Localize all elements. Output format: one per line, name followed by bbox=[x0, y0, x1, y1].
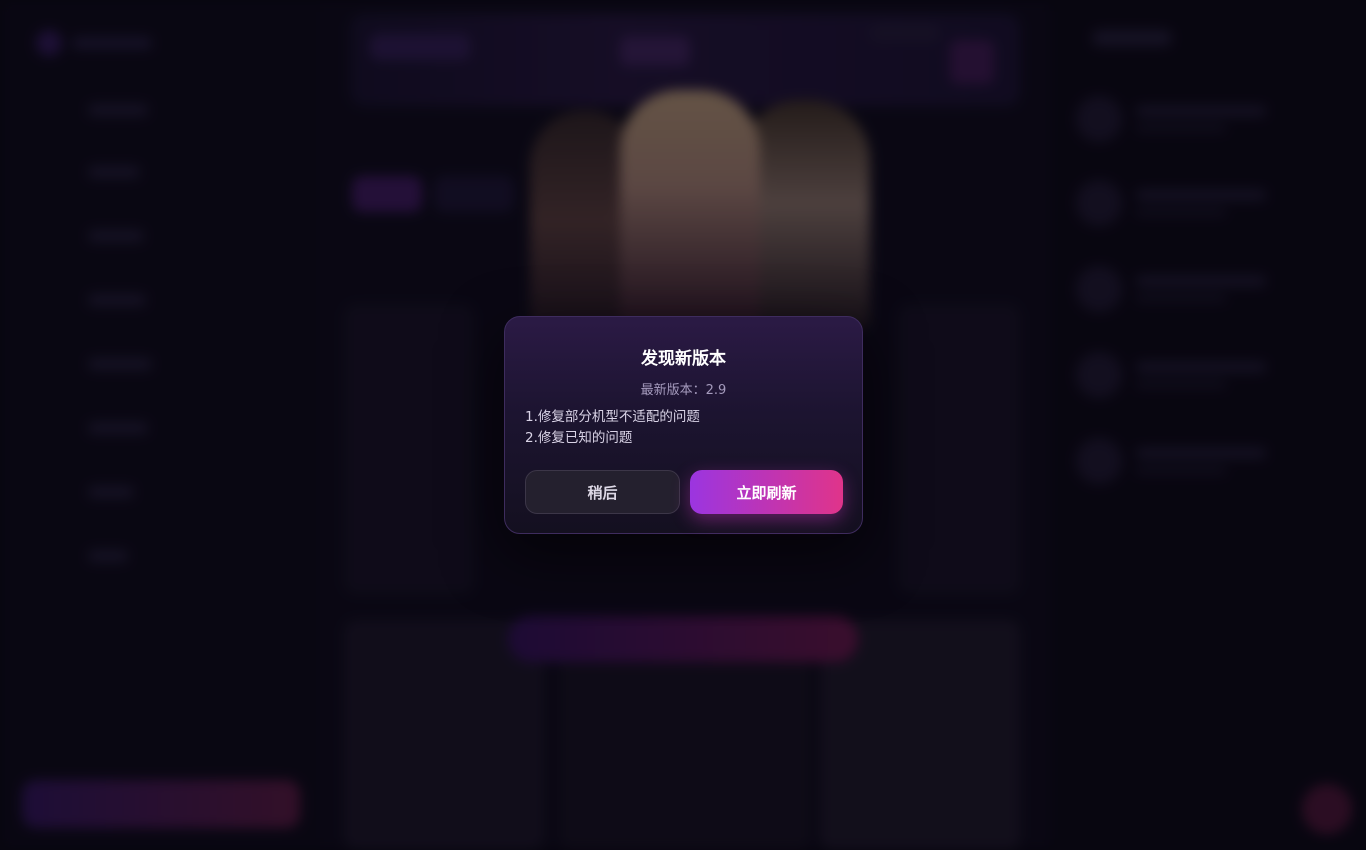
update-dialog: 发现新版本 最新版本：2.9 1.修复部分机型不适配的问题 2.修复已知的问题 … bbox=[504, 316, 863, 534]
dialog-title: 发现新版本 bbox=[641, 349, 726, 369]
release-note-item: 2.修复已知的问题 bbox=[525, 430, 633, 446]
release-notes: 1.修复部分机型不适配的问题 2.修复已知的问题 bbox=[525, 407, 842, 449]
refresh-now-button[interactable]: 立即刷新 bbox=[690, 470, 843, 514]
later-button[interactable]: 稍后 bbox=[525, 470, 680, 514]
release-note-item: 1.修复部分机型不适配的问题 bbox=[525, 409, 700, 425]
version-label: 最新版本：2.9 bbox=[640, 383, 727, 398]
